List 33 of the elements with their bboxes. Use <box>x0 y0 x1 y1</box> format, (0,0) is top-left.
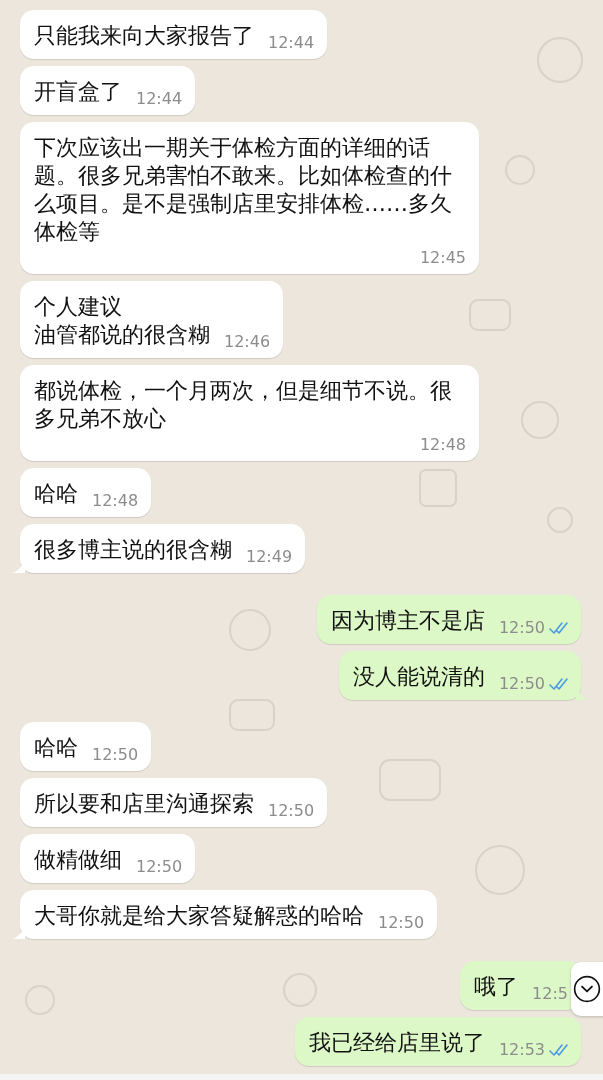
message-time: 12:48 <box>419 435 466 454</box>
message-time: 12:46 <box>224 332 271 351</box>
message-time: 12:50 <box>498 674 545 693</box>
message-time: 12:50 <box>92 745 139 764</box>
message-text: 很多博主说的很含糊 <box>34 536 232 564</box>
message-text: 下次应该出一期关于体检方面的详细的话题。很多兄弟害怕不敢来。比如体检查的什么项目。是不是强制店里安排体检……多久体检等 <box>34 134 453 246</box>
message-text: 个人建议 <box>34 293 122 321</box>
message-time: 12:45 <box>419 248 466 267</box>
message-time: 12:50 <box>498 618 545 637</box>
message-text: 开盲盒了 <box>34 78 122 106</box>
message-time: 12:5 <box>532 984 568 1003</box>
message-time: 12:50 <box>378 913 425 932</box>
message-text: 所以要和店里沟通探索 <box>34 790 254 818</box>
message-time: 12:49 <box>246 547 293 566</box>
message-time: 12:44 <box>136 89 183 108</box>
message-text: 哦了 <box>474 973 519 1001</box>
scroll-down-button[interactable] <box>571 962 603 1016</box>
message-text: 我已经给店里说了 <box>308 1029 485 1057</box>
message-text: 做精做细 <box>34 846 122 874</box>
message-text: 哈哈 <box>34 734 78 762</box>
message-text: 大哥你就是给大家答疑解惑的哈哈 <box>34 902 364 930</box>
message-text: 油管都说的很含糊 <box>34 321 210 349</box>
message-time: 12:44 <box>268 33 315 52</box>
message-text: 都说体检，一个月两次，但是细节不说。很多兄弟不放心 <box>34 377 453 433</box>
message-time: 12:50 <box>268 801 315 820</box>
message-text: 哈哈 <box>34 480 78 508</box>
message-time: 12:53 <box>498 1040 545 1059</box>
message-time: 12:50 <box>136 857 183 876</box>
chevron-down-icon <box>573 975 601 1003</box>
message-text: 只能我来向大家报告了 <box>34 22 254 50</box>
message-text: 因为博主不是店 <box>330 607 485 635</box>
message-time: 12:48 <box>92 491 139 510</box>
message-text: 没人能说清的 <box>352 663 485 691</box>
